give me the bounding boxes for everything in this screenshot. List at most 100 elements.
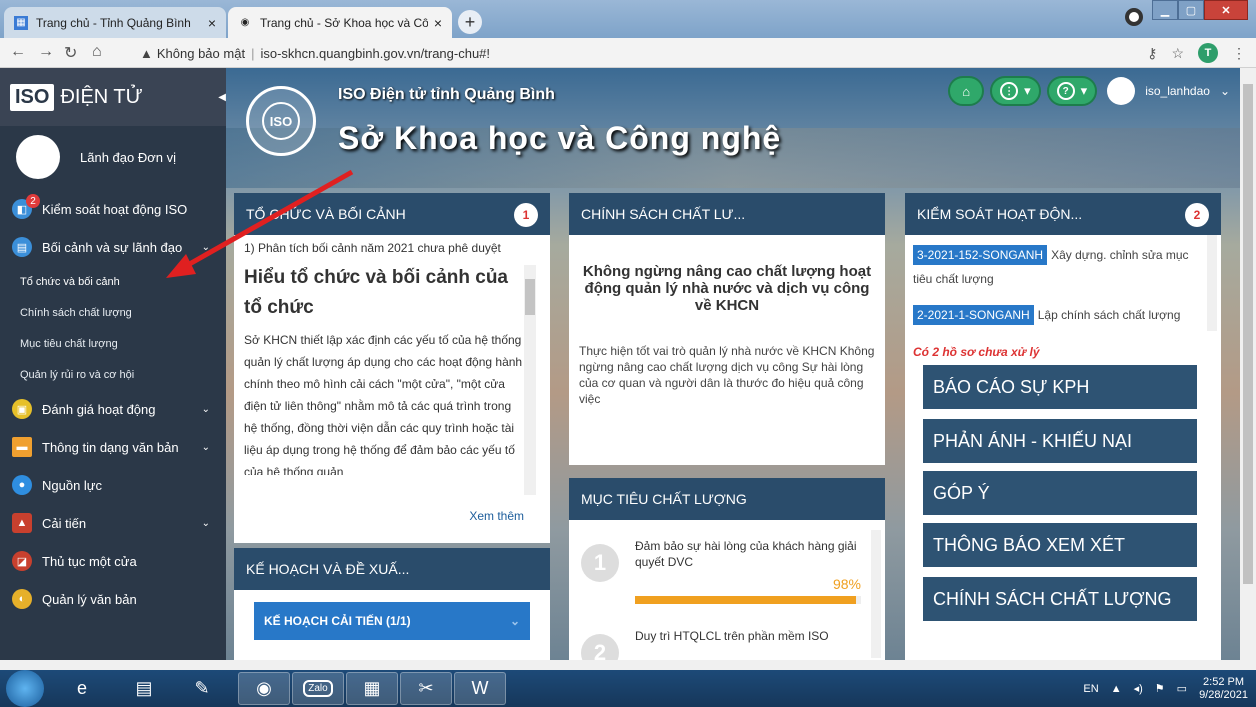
page-title: Sở Khoa học và Công nghệ (338, 120, 782, 156)
goal-text: Duy trì HTQLCL trên phần mềm ISO (635, 629, 829, 643)
browser-tab-inactive[interactable]: ▦ Trang chủ - Tỉnh Quảng Bình × (4, 7, 226, 38)
zalo-icon[interactable]: Zalo (292, 672, 344, 705)
list-item[interactable]: 1 Đảm bảo sự hài lòng của khách hàng giả… (569, 520, 885, 610)
avatar[interactable] (1107, 77, 1136, 105)
home-button[interactable]: ⌂ (948, 76, 985, 106)
improvement-plan-button[interactable]: KẾ HOẠCH CẢI TIẾN (1/1) ⌄ (254, 602, 530, 640)
user-profile[interactable]: Lãnh đạo Đơn vị (0, 126, 226, 188)
profile-avatar[interactable]: T (1198, 43, 1218, 63)
home-icon: ⌂ (962, 83, 971, 99)
sidebar-item-documents[interactable]: ▬ Thông tin dạng văn bản ⌄ (0, 428, 226, 466)
apps-button[interactable]: ⋮ ▾ (990, 76, 1041, 106)
sidebar-item-one-stop[interactable]: ◪ Thủ tục một cửa (0, 542, 226, 580)
start-button[interactable] (6, 670, 44, 707)
goals-panel: MỤC TIÊU CHẤT LƯỢNG 1 Đảm bảo sự hài lòn… (569, 478, 885, 660)
scrollbar[interactable] (1207, 235, 1217, 331)
back-arrow-icon[interactable]: ← (10, 43, 26, 61)
flag-icon[interactable]: ⚑ (1155, 682, 1165, 695)
language-indicator[interactable]: EN (1083, 683, 1098, 695)
sidebar-item-label: Quản lý văn bản (42, 591, 137, 607)
media-icon[interactable]: ▦ (346, 672, 398, 705)
archive-icon: ◐ (12, 589, 32, 609)
help-button[interactable]: ? ▾ (1046, 76, 1098, 106)
see-more-link[interactable]: Xem thêm (469, 509, 524, 523)
url-input[interactable]: ▲ Không bảo mật | iso-skhcn.quangbinh.go… (140, 42, 1100, 64)
chrome-icon[interactable]: ◉ (238, 672, 290, 705)
chevron-down-icon: ⌄ (201, 441, 210, 453)
star-icon[interactable]: ☆ (1171, 45, 1184, 62)
report-nonconformity-button[interactable]: BÁO CÁO SỰ KPH (923, 365, 1197, 409)
panel-header: MỤC TIÊU CHẤT LƯỢNG (569, 478, 885, 520)
url-text: iso-skhcn.quangbinh.gov.vn/trang-chu#! (260, 45, 491, 61)
sidebar-item-resources[interactable]: ● Nguồn lực (0, 466, 226, 504)
document-code[interactable]: 3-2021-152-SONGANH (913, 245, 1048, 265)
onestop-icon: ◪ (12, 551, 32, 571)
sidebar-subitem-risk[interactable]: Quản lý rủi ro và cơ hội (0, 359, 226, 390)
warning-icon: ▲ (140, 45, 153, 61)
sidebar-subitem-quality-policy[interactable]: Chính sách chất lượng (0, 297, 226, 328)
panel-title: TỔ CHỨC VÀ BỐI CẢNH (246, 206, 406, 222)
menu-dots-icon[interactable]: ⋮ (1232, 45, 1246, 62)
close-window-icon[interactable]: ✕ (1204, 0, 1248, 20)
browser-tab-active[interactable]: ◉ Trang chủ - Sở Khoa học và Công × (228, 7, 452, 38)
scrollbar[interactable] (524, 265, 536, 495)
quality-policy-button[interactable]: CHÍNH SÁCH CHẤT LƯỢNG (923, 577, 1197, 621)
sidebar-item-iso-control[interactable]: ◧ 2 Kiểm soát hoạt động ISO (0, 190, 226, 228)
sidebar-item-evaluate[interactable]: ▣ Đánh giá hoạt động ⌄ (0, 390, 226, 428)
snipping-icon[interactable]: ✂ (400, 672, 452, 705)
minimize-icon[interactable]: ▁ (1152, 0, 1178, 20)
maximize-icon[interactable]: ▢ (1178, 0, 1204, 20)
reload-icon[interactable]: ↻ (64, 43, 77, 63)
system-tray: EN ▲ ◂) ⚑ ▭ 2:52 PM 9/28/2021 (1083, 672, 1248, 705)
key-icon[interactable]: ⚷ (1147, 45, 1157, 62)
window-controls: ▁ ▢ ✕ (1152, 0, 1248, 20)
security-label: Không bảo mật (156, 45, 246, 61)
address-bar-actions: ⚷ ☆ T ⋮ (1147, 43, 1246, 63)
sidebar-subitem-organization[interactable]: Tổ chức và bối cảnh (0, 266, 226, 297)
explorer-icon[interactable]: ▤ (118, 672, 170, 705)
sidebar-item-archive[interactable]: ◐ Quản lý văn bản (0, 580, 226, 618)
new-tab-button[interactable]: + (458, 10, 482, 34)
word-icon[interactable]: W (454, 672, 506, 705)
show-hidden-icon[interactable]: ▲ (1111, 683, 1122, 695)
sidebar-subitem-quality-goals[interactable]: Mục tiêu chất lượng (0, 328, 226, 359)
clock[interactable]: 2:52 PM 9/28/2021 (1199, 676, 1248, 702)
collapse-sidebar-icon[interactable]: ◀ (218, 92, 226, 103)
forward-arrow-icon[interactable]: → (38, 43, 54, 61)
sidebar-item-label: Thủ tục một cửa (42, 553, 137, 569)
panel-title: MỤC TIÊU CHẤT LƯỢNG (581, 491, 747, 507)
volume-icon[interactable]: ◂) (1134, 682, 1143, 695)
close-tab-icon[interactable]: × (208, 15, 216, 31)
user-menu[interactable]: iso_lanhdao (1145, 84, 1210, 98)
network-icon[interactable]: ▭ (1177, 682, 1187, 695)
chevron-down-icon: ⌄ (201, 403, 210, 415)
review-notice-button[interactable]: THÔNG BÁO XEM XÉT (923, 523, 1197, 567)
app-logo[interactable]: ISO ĐIỆN TỬ ◀ (0, 68, 226, 126)
document-title: Lập chính sách chất lượng (1037, 308, 1181, 322)
paint-icon[interactable]: ✎ (176, 672, 228, 705)
feedback-button[interactable]: GÓP Ý (923, 471, 1197, 515)
list-item[interactable]: 2 Duy trì HTQLCL trên phần mềm ISO (569, 610, 885, 660)
document-list: 3-2021-152-SONGANH Xây dựng. chỉnh sửa mụ… (913, 243, 1207, 327)
ie-icon[interactable]: e (56, 672, 108, 705)
close-tab-icon[interactable]: × (434, 15, 442, 31)
sidebar-item-improve[interactable]: ▲ Cải tiến ⌄ (0, 504, 226, 542)
panel-header: CHÍNH SÁCH CHẤT LƯ... (569, 193, 885, 235)
document-code[interactable]: 2-2021-1-SONGANH (913, 305, 1034, 325)
home-icon[interactable]: ⌂ (92, 43, 102, 61)
scroll-thumb[interactable] (525, 279, 535, 315)
sidebar-item-label: Kiểm soát hoạt động ISO (42, 201, 188, 217)
page-scrollbar[interactable] (1240, 68, 1256, 660)
sidebar-item-context[interactable]: ▤ Bối cảnh và sự lãnh đạo ⌄ (0, 228, 226, 266)
list-item[interactable]: 2-2021-1-SONGANH Lập chính sách chất lượn… (913, 303, 1207, 327)
scrollbar[interactable] (871, 530, 881, 658)
horizontal-scrollbar[interactable] (0, 660, 1256, 670)
complaint-button[interactable]: PHẢN ÁNH - KHIẾU NẠI (923, 419, 1197, 463)
chevron-down-icon[interactable]: ⌄ (1220, 84, 1230, 98)
chrome-profile-icon[interactable] (1125, 8, 1143, 26)
list-item[interactable]: 3-2021-152-SONGANH Xây dựng. chỉnh sửa mụ… (913, 243, 1207, 291)
panel-header: TỔ CHỨC VÀ BỐI CẢNH 1 (234, 193, 550, 235)
notice-text[interactable]: 1) Phân tích bối cảnh năm 2021 chưa phê … (234, 235, 550, 261)
scroll-thumb[interactable] (1243, 84, 1253, 584)
chevron-down-icon: ⌄ (509, 614, 520, 628)
